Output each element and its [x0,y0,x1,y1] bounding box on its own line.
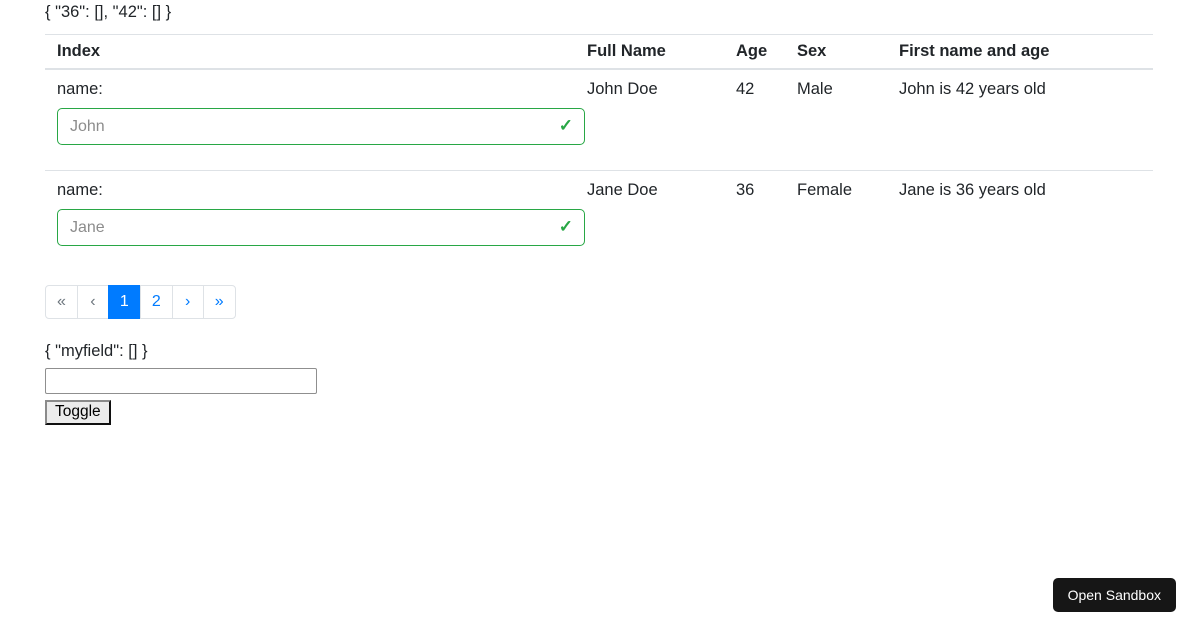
name-input-wrapper: ✓ [57,108,585,145]
name-field-label: name: [57,181,103,199]
myfield-input[interactable] [45,368,317,394]
name-input-wrapper: ✓ [57,209,585,246]
table-header-row: Index Full Name Age Sex First name and a… [45,34,1153,70]
last-page-icon[interactable]: » [202,285,236,319]
cell-sex: Female [785,170,887,271]
pagination-page-2[interactable]: 2 [139,285,173,319]
column-header-index: Index [45,34,575,70]
table-row: name: ✓ Jane Doe 36 Female Jane is 36 ye… [45,170,1153,271]
cell-sex: Male [797,80,833,98]
column-header-sex: Sex [785,34,887,70]
cell-age: 36 [724,170,785,271]
pagination: « ‹ 1 2 › » [45,285,236,319]
column-header-full-name: Full Name [575,34,724,70]
page-number-link[interactable]: 2 [139,285,173,319]
column-header-age: Age [724,34,785,70]
column-header-first-name-and-age: First name and age [887,34,1153,70]
state-json-myfield: { "myfield": [] } [45,342,148,360]
pagination-page-1[interactable]: 1 [107,285,141,319]
name-input[interactable] [57,108,585,145]
pagination-last[interactable]: » [202,285,236,319]
cell-index: name: ✓ [45,69,585,171]
page-container: { "36": [], "42": [] } Index Full Name A… [0,0,1200,425]
first-page-icon[interactable]: « [45,285,78,319]
page-number-link[interactable]: 1 [107,285,141,319]
people-table: Index Full Name Age Sex First name and a… [45,34,1153,271]
cell-full-name: Jane Doe [575,170,724,271]
pagination-next[interactable]: › [171,285,204,319]
pagination-first[interactable]: « [45,285,78,319]
cell-first-name-and-age: John is 42 years old [899,80,1046,98]
next-page-icon[interactable]: › [171,285,204,319]
cell-full-name: John Doe [587,80,658,98]
name-field-label: name: [57,80,103,98]
toggle-button[interactable]: Toggle [45,400,111,425]
cell-index: name: ✓ [45,170,585,271]
table-row: name: ✓ John Doe 42 Male John is 42 year… [45,69,1153,171]
prev-page-icon[interactable]: ‹ [76,285,109,319]
name-input[interactable] [57,209,585,246]
pagination-prev[interactable]: ‹ [76,285,109,319]
cell-age: 42 [736,80,755,98]
state-json-ages: { "36": [], "42": [] } [45,3,172,21]
cell-first-name-and-age: Jane is 36 years old [887,170,1153,271]
open-sandbox-button[interactable]: Open Sandbox [1052,578,1176,612]
